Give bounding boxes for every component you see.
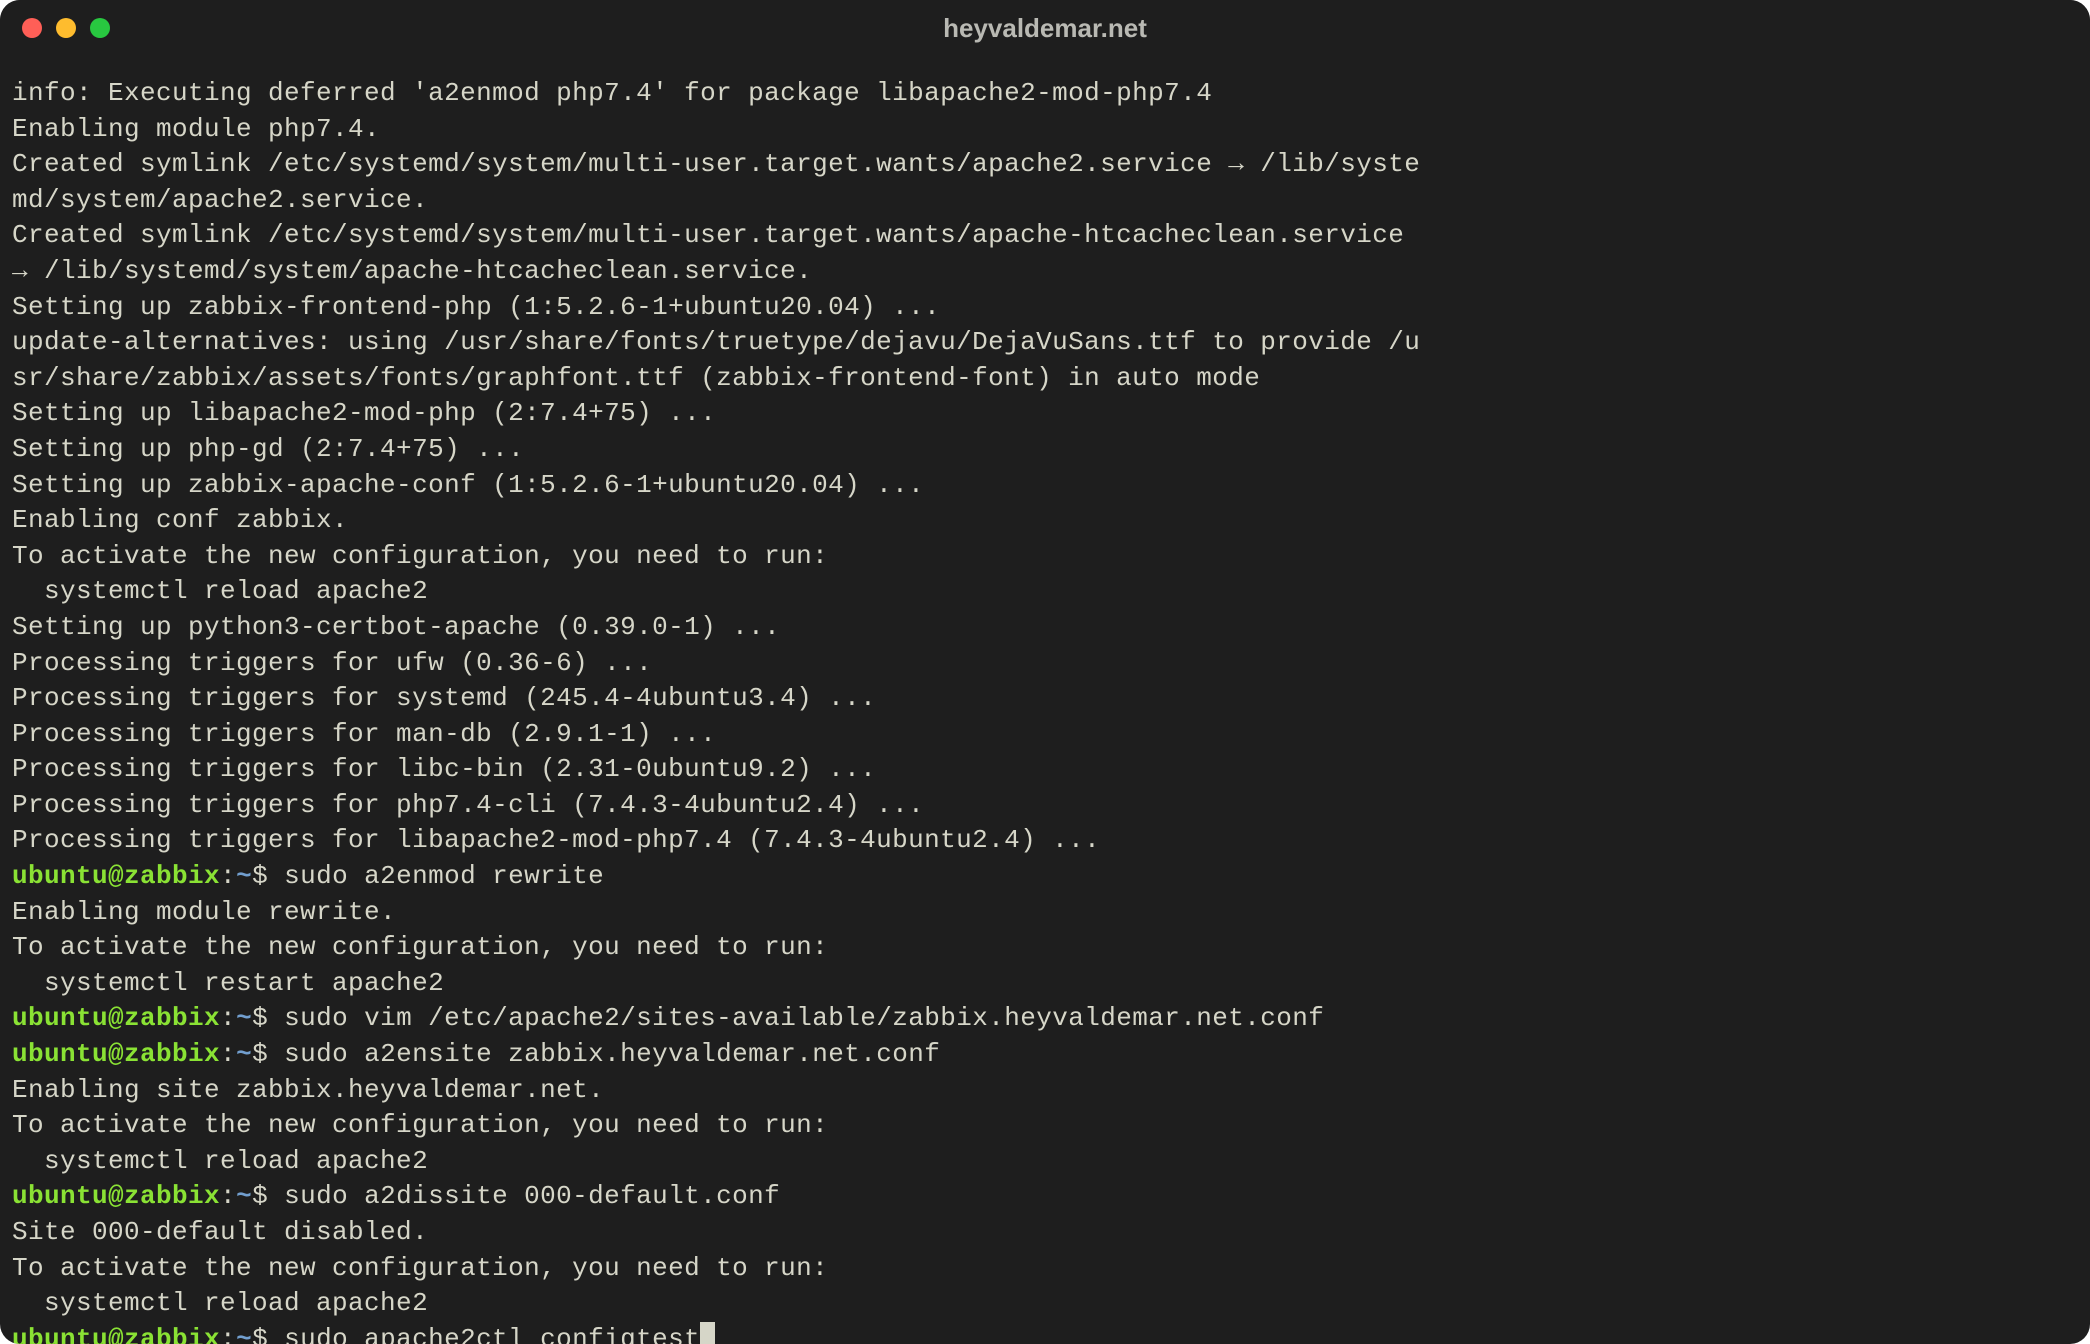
prompt-line: ubuntu@zabbix:~$ sudo a2dissite 000-defa… (12, 1179, 2078, 1215)
titlebar: heyvaldemar.net (0, 0, 2090, 56)
command-text: sudo a2dissite 000-default.conf (284, 1181, 780, 1211)
output-line: Processing triggers for man-db (2.9.1-1)… (12, 717, 2078, 753)
prompt-at: @ (108, 1003, 124, 1033)
prompt-at: @ (108, 1181, 124, 1211)
output-line: To activate the new configuration, you n… (12, 1108, 2078, 1144)
prompt-host: zabbix (124, 1181, 220, 1211)
output-line: Created symlink /etc/systemd/system/mult… (12, 147, 2078, 183)
prompt-dollar: $ (252, 1039, 268, 1069)
output-line: systemctl reload apache2 (12, 574, 2078, 610)
prompt-line: ubuntu@zabbix:~$ sudo a2enmod rewrite (12, 859, 2078, 895)
output-line: md/system/apache2.service. (12, 183, 2078, 219)
output-line: systemctl reload apache2 (12, 1144, 2078, 1180)
output-line: sr/share/zabbix/assets/fonts/graphfont.t… (12, 361, 2078, 397)
window-title: heyvaldemar.net (0, 13, 2090, 44)
prompt-user: ubuntu (12, 1324, 108, 1344)
prompt-user: ubuntu (12, 861, 108, 891)
output-line: systemctl reload apache2 (12, 1286, 2078, 1322)
prompt-line: ubuntu@zabbix:~$ sudo vim /etc/apache2/s… (12, 1001, 2078, 1037)
cursor (700, 1322, 715, 1344)
prompt-at: @ (108, 861, 124, 891)
close-icon[interactable] (22, 18, 42, 38)
output-line: info: Executing deferred 'a2enmod php7.4… (12, 76, 2078, 112)
command-text: sudo a2enmod rewrite (284, 861, 604, 891)
output-line: → /lib/systemd/system/apache-htcacheclea… (12, 254, 2078, 290)
prompt-colon: : (220, 1039, 236, 1069)
output-line: Enabling site zabbix.heyvaldemar.net. (12, 1073, 2078, 1109)
prompt-path: ~ (236, 1324, 252, 1344)
output-line: To activate the new configuration, you n… (12, 930, 2078, 966)
prompt-line: ubuntu@zabbix:~$ sudo a2ensite zabbix.he… (12, 1037, 2078, 1073)
output-line: Processing triggers for libapache2-mod-p… (12, 823, 2078, 859)
output-line: Site 000-default disabled. (12, 1215, 2078, 1251)
prompt-host: zabbix (124, 1039, 220, 1069)
output-line: Processing triggers for php7.4-cli (7.4.… (12, 788, 2078, 824)
prompt-user: ubuntu (12, 1181, 108, 1211)
output-line: To activate the new configuration, you n… (12, 539, 2078, 575)
prompt-host: zabbix (124, 861, 220, 891)
output-line: Processing triggers for libc-bin (2.31-0… (12, 752, 2078, 788)
terminal-body[interactable]: info: Executing deferred 'a2enmod php7.4… (0, 56, 2090, 1344)
command-text: sudo apache2ctl configtest (284, 1324, 700, 1344)
prompt-path: ~ (236, 1039, 252, 1069)
prompt-host: zabbix (124, 1324, 220, 1344)
output-line: systemctl restart apache2 (12, 966, 2078, 1002)
prompt-path: ~ (236, 1181, 252, 1211)
prompt-colon: : (220, 861, 236, 891)
prompt-colon: : (220, 1003, 236, 1033)
prompt-line: ubuntu@zabbix:~$ sudo apache2ctl configt… (12, 1322, 2078, 1344)
command-text: sudo vim /etc/apache2/sites-available/za… (284, 1003, 1324, 1033)
prompt-user: ubuntu (12, 1003, 108, 1033)
output-line: Processing triggers for ufw (0.36-6) ... (12, 646, 2078, 682)
command-text: sudo a2ensite zabbix.heyvaldemar.net.con… (284, 1039, 940, 1069)
prompt-dollar: $ (252, 1003, 268, 1033)
output-line: To activate the new configuration, you n… (12, 1251, 2078, 1287)
prompt-dollar: $ (252, 861, 268, 891)
output-line: Enabling conf zabbix. (12, 503, 2078, 539)
output-line: Enabling module rewrite. (12, 895, 2078, 931)
output-line: update-alternatives: using /usr/share/fo… (12, 325, 2078, 361)
zoom-icon[interactable] (90, 18, 110, 38)
output-line: Setting up php-gd (2:7.4+75) ... (12, 432, 2078, 468)
prompt-host: zabbix (124, 1003, 220, 1033)
prompt-dollar: $ (252, 1181, 268, 1211)
window-controls (22, 18, 110, 38)
output-line: Setting up python3-certbot-apache (0.39.… (12, 610, 2078, 646)
output-line: Setting up zabbix-apache-conf (1:5.2.6-1… (12, 468, 2078, 504)
prompt-user: ubuntu (12, 1039, 108, 1069)
terminal-window: heyvaldemar.net info: Executing deferred… (0, 0, 2090, 1344)
output-line: Setting up zabbix-frontend-php (1:5.2.6-… (12, 290, 2078, 326)
minimize-icon[interactable] (56, 18, 76, 38)
output-line: Enabling module php7.4. (12, 112, 2078, 148)
prompt-colon: : (220, 1181, 236, 1211)
prompt-at: @ (108, 1039, 124, 1069)
output-line: Created symlink /etc/systemd/system/mult… (12, 218, 2078, 254)
output-line: Processing triggers for systemd (245.4-4… (12, 681, 2078, 717)
prompt-path: ~ (236, 861, 252, 891)
prompt-path: ~ (236, 1003, 252, 1033)
prompt-colon: : (220, 1324, 236, 1344)
output-line: Setting up libapache2-mod-php (2:7.4+75)… (12, 396, 2078, 432)
prompt-dollar: $ (252, 1324, 268, 1344)
prompt-at: @ (108, 1324, 124, 1344)
